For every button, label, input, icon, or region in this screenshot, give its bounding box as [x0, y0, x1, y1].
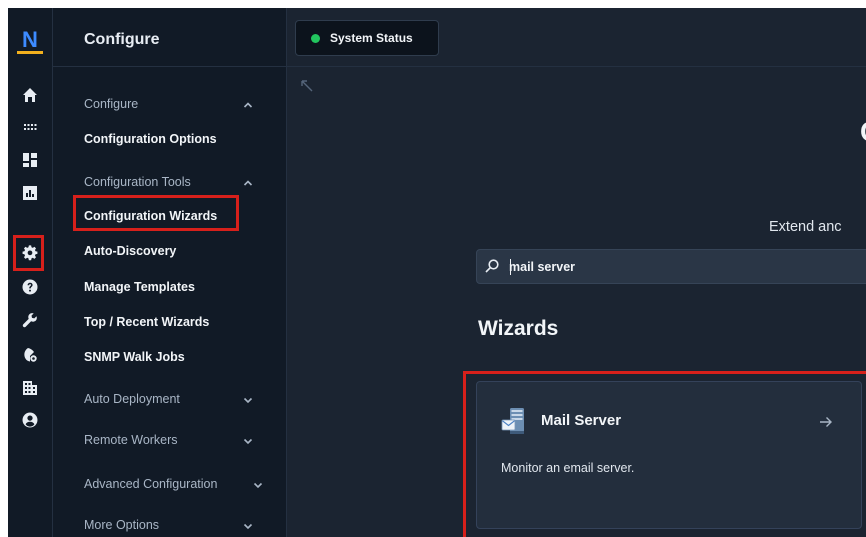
chevron-down-icon[interactable] — [243, 436, 253, 446]
dashboard-icon[interactable] — [18, 148, 42, 172]
chevron-up-icon[interactable] — [243, 178, 253, 188]
sidebar-item-snmp-walk-jobs[interactable]: SNMP Walk Jobs — [84, 350, 185, 364]
sidebar: Configure Configure Configuration Option… — [53, 8, 287, 537]
wizards-heading: Wizards — [478, 317, 559, 340]
page-subtitle: Extend anc — [769, 219, 842, 235]
chevron-down-icon[interactable] — [243, 395, 253, 405]
wizard-search-box[interactable] — [476, 249, 866, 284]
card-highlight-box — [463, 371, 866, 537]
chevron-up-icon[interactable] — [243, 100, 253, 110]
reports-icon[interactable] — [18, 181, 42, 205]
wizards-highlight-box — [73, 195, 239, 231]
apps-grid-icon[interactable] — [18, 115, 42, 139]
page-title: C — [860, 116, 866, 148]
section-configuration-tools[interactable]: Configuration Tools — [84, 175, 191, 189]
text-caret — [510, 259, 511, 275]
sidebar-header: Configure — [53, 8, 286, 67]
sidebar-item-manage-templates[interactable]: Manage Templates — [84, 280, 195, 294]
sidebar-item-configuration-options[interactable]: Configuration Options — [84, 132, 217, 146]
chevron-down-icon[interactable] — [243, 521, 253, 531]
incident-icon[interactable] — [18, 343, 42, 367]
main-content: System Status C Extend anc Wizards — [287, 8, 866, 537]
system-status-button[interactable]: System Status — [295, 20, 439, 56]
system-status-label: System Status — [330, 31, 413, 45]
user-account-icon[interactable] — [18, 408, 42, 432]
app-logo[interactable]: N — [17, 28, 43, 54]
top-bar: System Status — [287, 8, 866, 67]
sidebar-item-auto-discovery[interactable]: Auto-Discovery — [84, 244, 176, 258]
status-dot-icon — [311, 33, 320, 43]
wrench-icon[interactable] — [18, 308, 42, 332]
search-icon — [485, 259, 499, 273]
search-input[interactable] — [509, 256, 859, 278]
section-remote-workers[interactable]: Remote Workers — [84, 433, 178, 447]
section-advanced-configuration[interactable]: Advanced Configuration — [84, 477, 217, 491]
building-icon[interactable] — [18, 376, 42, 400]
help-icon[interactable] — [18, 275, 42, 299]
icon-rail: N — [8, 8, 53, 537]
home-icon[interactable] — [18, 83, 42, 107]
section-auto-deployment[interactable]: Auto Deployment — [84, 392, 180, 406]
collapse-arrow-icon[interactable] — [300, 79, 314, 93]
chevron-down-icon[interactable] — [253, 480, 263, 490]
section-configure[interactable]: Configure — [84, 97, 138, 111]
sidebar-item-top-recent-wizards[interactable]: Top / Recent Wizards — [84, 315, 209, 329]
settings-highlight-box — [13, 235, 44, 271]
app-window: N Configure Configure Configuration Opti… — [8, 8, 866, 537]
sidebar-title: Configure — [84, 31, 160, 48]
section-more-options[interactable]: More Options — [84, 518, 159, 532]
